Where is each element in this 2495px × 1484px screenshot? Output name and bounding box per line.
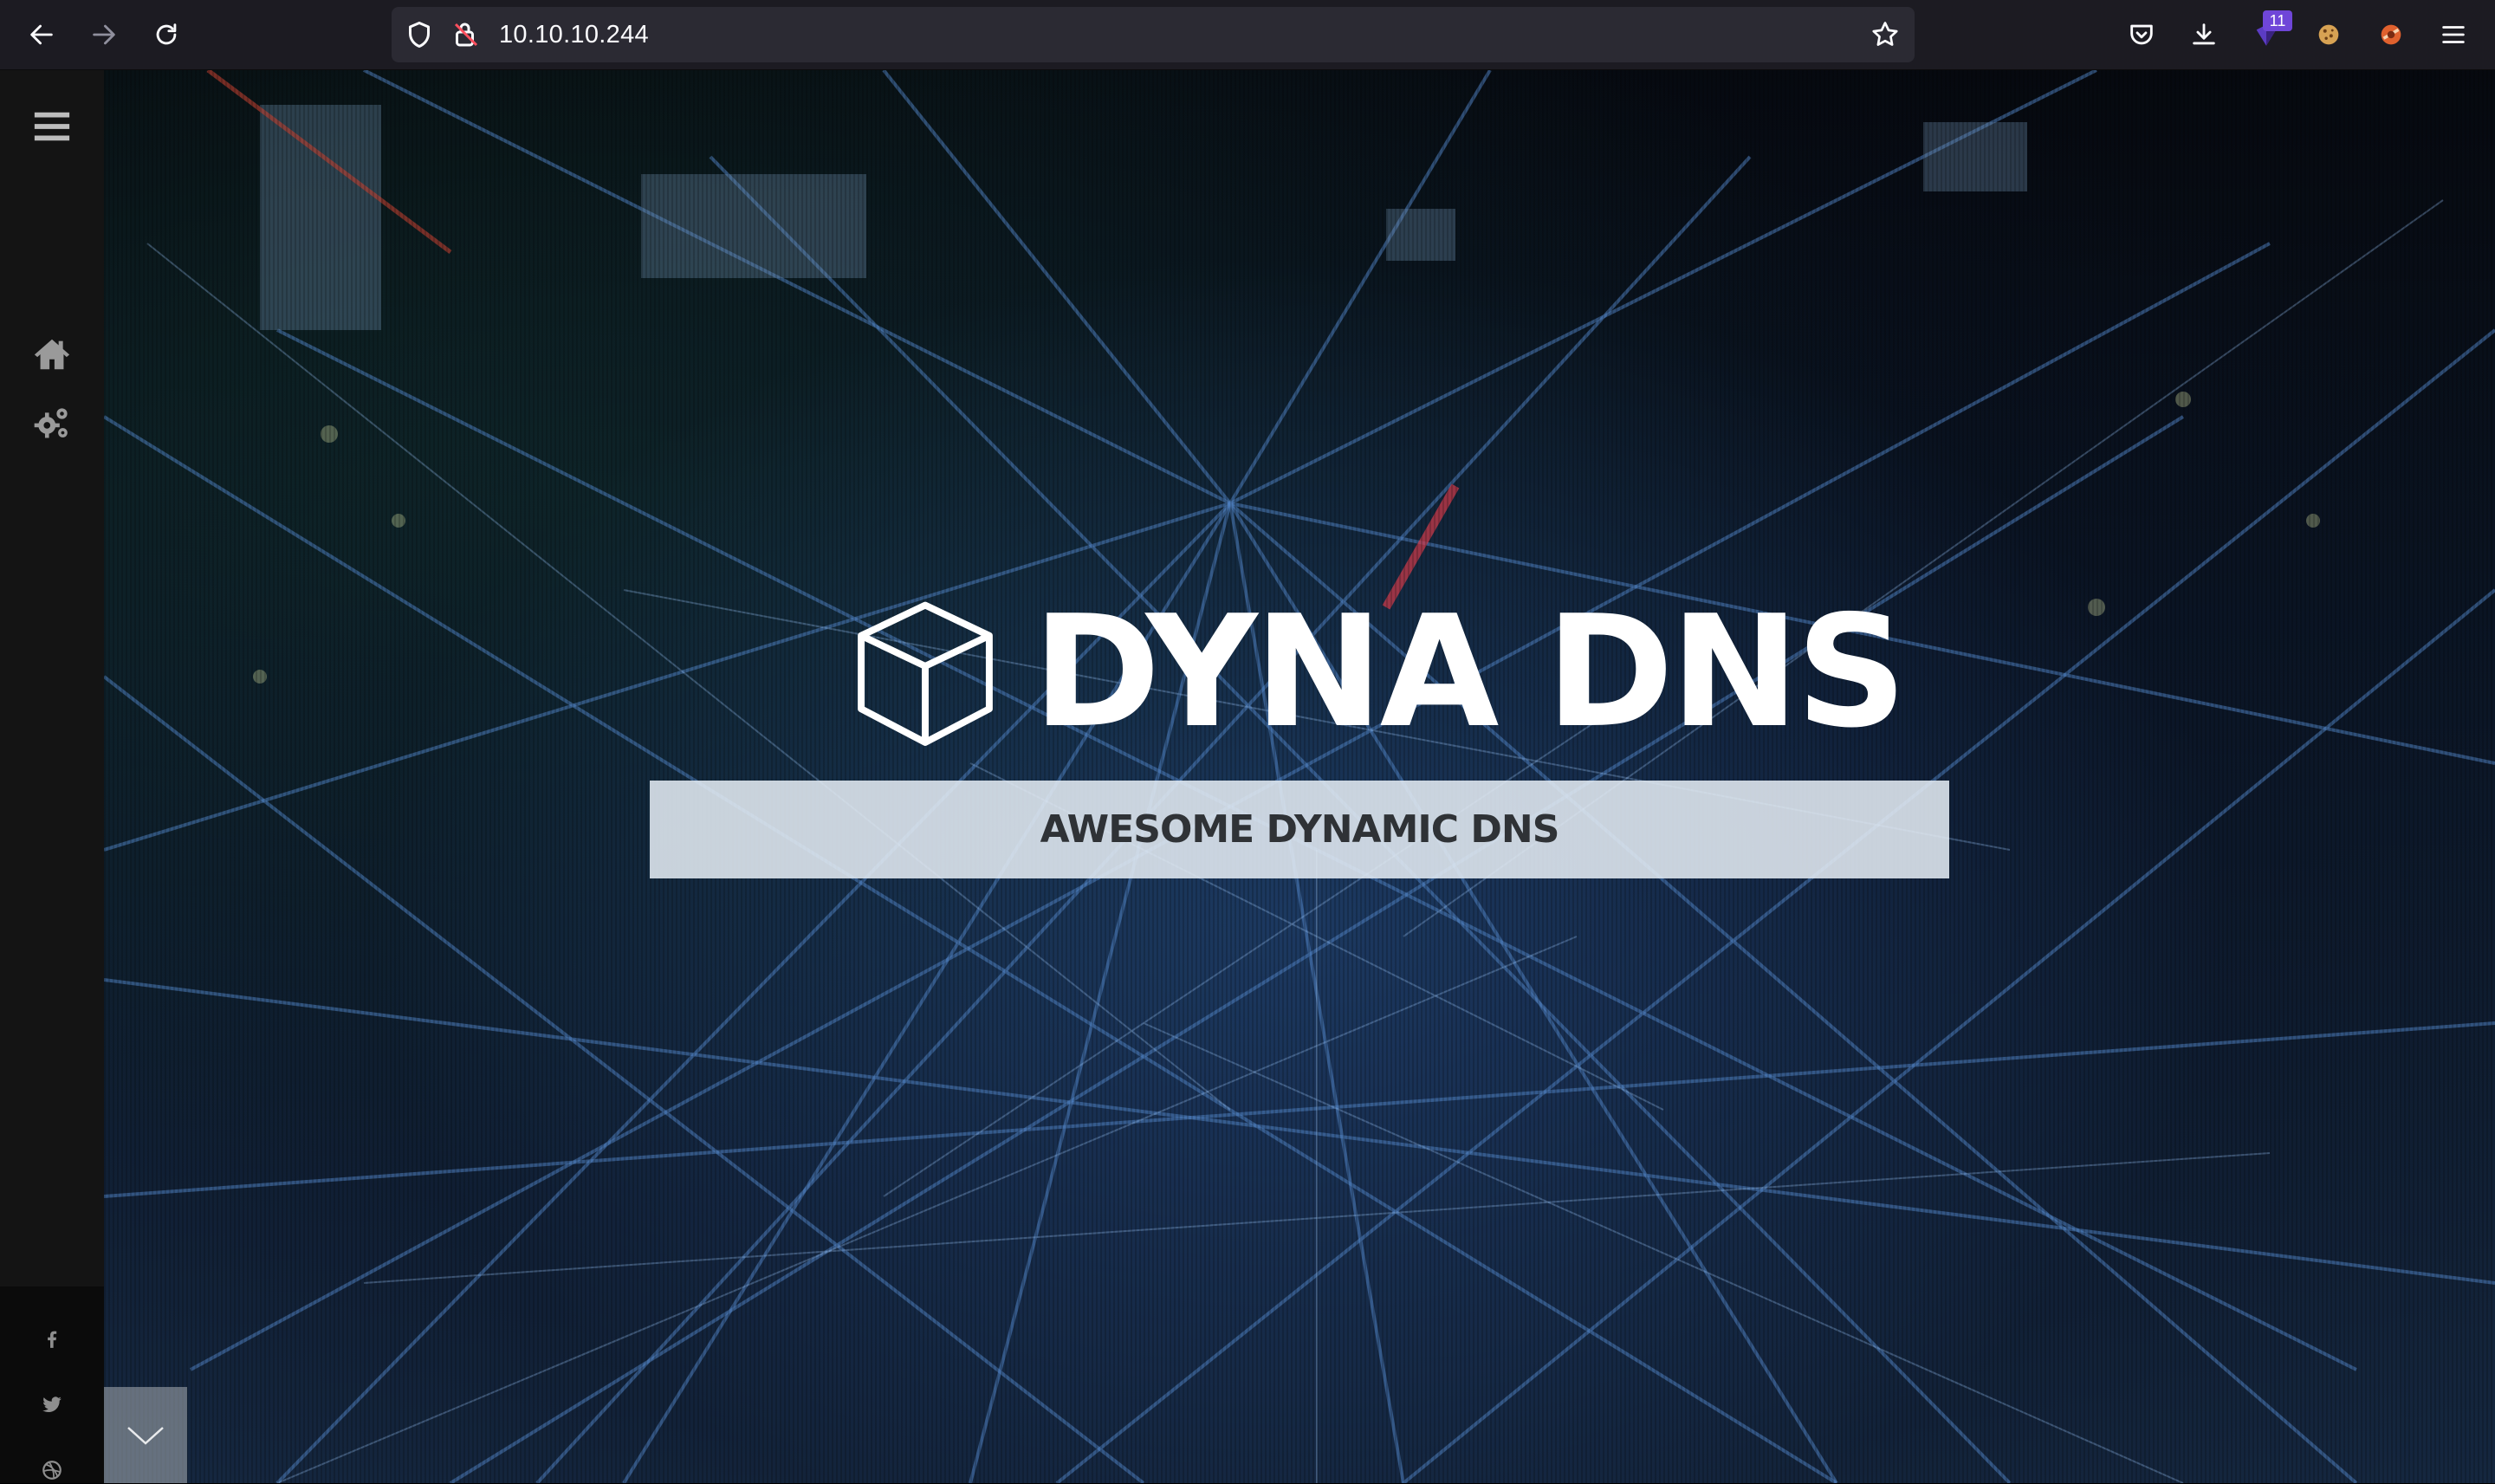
- scroll-down-button[interactable]: [104, 1387, 187, 1483]
- pocket-icon: [2130, 24, 2153, 45]
- facebook-link[interactable]: [38, 1325, 66, 1352]
- cookie-extension-button[interactable]: [2308, 14, 2349, 55]
- fox-extension-icon: [2381, 24, 2401, 45]
- home-icon: [34, 339, 70, 370]
- browser-toolbar: 10.10.10.244 11: [0, 0, 2495, 70]
- cookie-icon: [2318, 24, 2339, 45]
- brand-logo: DYNA DNS: [849, 555, 1907, 789]
- extension-badge: 11: [2263, 10, 2292, 31]
- twitter-link[interactable]: [38, 1390, 66, 1418]
- hero-section: DYNA DNS AWESOME DYNAMIC DNS: [104, 70, 2495, 1483]
- dribbble-icon: [42, 1461, 62, 1480]
- twitter-icon: [42, 1397, 62, 1412]
- hamburger-icon: [2442, 26, 2465, 43]
- app-menu-button[interactable]: [2433, 14, 2474, 55]
- dribbble-link[interactable]: [38, 1456, 66, 1484]
- back-button[interactable]: [21, 14, 62, 55]
- sidebar: [0, 70, 104, 1483]
- social-links: [0, 1286, 104, 1483]
- sidebar-item-home[interactable]: [26, 328, 78, 380]
- arrow-right-icon: [93, 24, 115, 45]
- download-icon: [2193, 23, 2215, 45]
- site-title: DYNA DNS: [1033, 582, 1907, 761]
- reload-icon: [156, 23, 177, 45]
- gears-icon: [34, 408, 68, 438]
- forward-button[interactable]: [83, 14, 125, 55]
- shield-icon[interactable]: [404, 19, 435, 50]
- sidebar-item-services[interactable]: [26, 398, 78, 450]
- pocket-button[interactable]: [2121, 14, 2162, 55]
- reload-button[interactable]: [146, 14, 187, 55]
- sidebar-menu-button[interactable]: [26, 100, 78, 152]
- facebook-icon: [48, 1331, 57, 1348]
- tagline-text: AWESOME DYNAMIC DNS: [1040, 807, 1560, 852]
- proxy-extension-button[interactable]: [2370, 14, 2412, 55]
- tagline-banner: AWESOME DYNAMIC DNS: [650, 781, 1949, 878]
- downloads-button[interactable]: [2183, 14, 2225, 55]
- web-page: DYNA DNS AWESOME DYNAMIC DNS: [0, 70, 2495, 1483]
- lock-warning-icon[interactable]: [450, 19, 482, 50]
- url-text[interactable]: 10.10.10.244: [499, 19, 649, 50]
- arrow-left-icon: [30, 24, 53, 45]
- star-icon[interactable]: [1870, 19, 1901, 50]
- chevron-down-icon: [127, 1426, 164, 1445]
- cube-icon: [858, 601, 993, 746]
- hamburger-icon: [34, 112, 70, 141]
- url-bar[interactable]: 10.10.10.244: [392, 7, 1915, 62]
